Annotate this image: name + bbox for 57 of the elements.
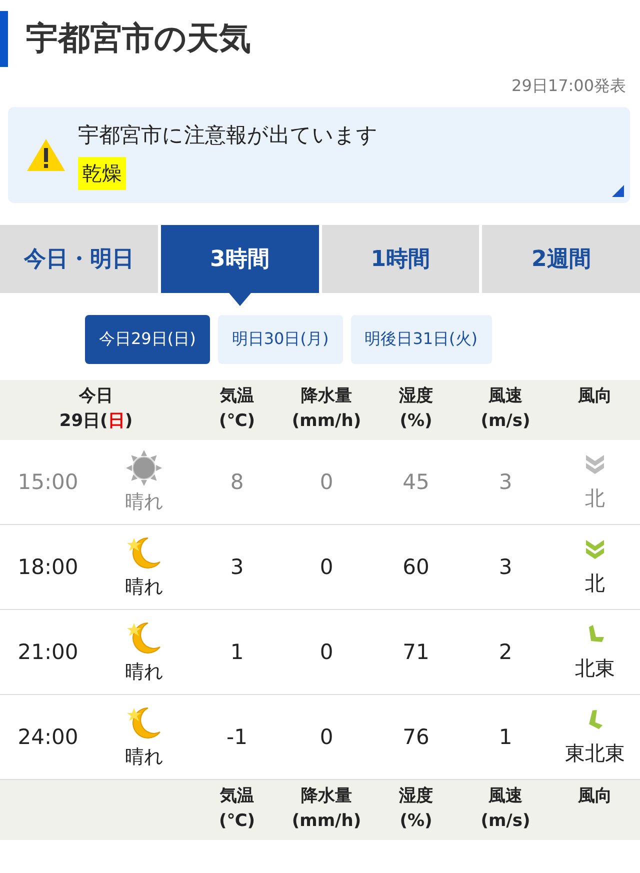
- column-header: 湿度 (%): [398, 385, 434, 433]
- day-header: 今日 29日(日): [58, 385, 134, 433]
- humidity-cell-text: 45: [402, 470, 430, 494]
- tab[interactable]: 3時間: [160, 225, 318, 293]
- time-cell-text: 15:00: [16, 470, 80, 494]
- wind-direction: 北: [585, 570, 605, 596]
- weather-label: 晴れ: [125, 490, 163, 515]
- temperature-cell-text: 8: [229, 470, 245, 494]
- column-header: 気温 (℃): [218, 785, 256, 833]
- chevron-down-icon: [584, 538, 606, 562]
- precipitation-cell-text: 0: [318, 640, 334, 664]
- column-header: 風速 (m/s): [480, 785, 532, 833]
- alert-message: 宇都宮市に注意報が出ています: [78, 122, 378, 148]
- temperature-cell-text: 3: [229, 555, 245, 579]
- tab[interactable]: 2週間: [482, 225, 640, 293]
- wind-speed-cell-text: 2: [498, 640, 514, 664]
- warning-tag: 乾燥: [78, 156, 126, 190]
- wind-speed-cell-text: 1: [498, 725, 514, 749]
- tab[interactable]: 1時間: [322, 225, 480, 293]
- wind-speed-cell-text: 3: [498, 470, 514, 494]
- temperature-cell-text: -1: [226, 725, 248, 749]
- wind-speed-cell-text: 3: [498, 555, 514, 579]
- issued-time: 29日17:00発表: [510, 76, 627, 97]
- date-button[interactable]: 明後日31日(火): [350, 315, 492, 364]
- precipitation-cell-text: 0: [318, 470, 334, 494]
- accent-bar: [0, 11, 8, 67]
- column-header: 湿度 (%): [398, 785, 434, 833]
- chevron-down-icon: [584, 452, 606, 476]
- weather-label: 晴れ: [125, 660, 163, 685]
- column-header: 風向: [576, 785, 613, 808]
- weather-label: 晴れ: [125, 745, 163, 770]
- precipitation-cell-text: 0: [318, 725, 334, 749]
- wind-direction: 北東: [575, 654, 615, 682]
- column-header: 気温 (℃): [218, 385, 256, 433]
- corner-triangle-icon: [612, 185, 624, 197]
- humidity-cell-text: 71: [402, 640, 430, 664]
- date-button[interactable]: 明日30日(月): [218, 315, 343, 364]
- wind-direction: 北: [585, 484, 605, 512]
- weather-label: 晴れ: [125, 575, 163, 600]
- humidity-cell-text: 76: [402, 725, 430, 749]
- warning-icon: [26, 138, 66, 172]
- column-header: 風向: [576, 385, 613, 408]
- humidity-cell-text: 60: [402, 555, 430, 579]
- time-cell-text: 24:00: [16, 725, 80, 749]
- column-header: 降水量 (mm/h): [290, 785, 362, 833]
- tab[interactable]: 今日・明日: [0, 225, 158, 293]
- time-cell-text: 21:00: [16, 640, 80, 664]
- alert-banner[interactable]: 宇都宮市に注意報が出ています 乾燥: [8, 107, 630, 203]
- wind-direction: 東北東: [565, 740, 625, 766]
- column-header: 降水量 (mm/h): [290, 385, 362, 433]
- sun-icon: [124, 449, 164, 487]
- date-button[interactable]: 今日29日(日): [85, 315, 210, 364]
- column-header: 風速 (m/s): [480, 385, 532, 433]
- time-cell-text: 18:00: [16, 555, 80, 579]
- temperature-cell-text: 1: [229, 640, 245, 664]
- page-title: 宇都宮市の天気: [26, 18, 251, 59]
- precipitation-cell-text: 0: [318, 555, 334, 579]
